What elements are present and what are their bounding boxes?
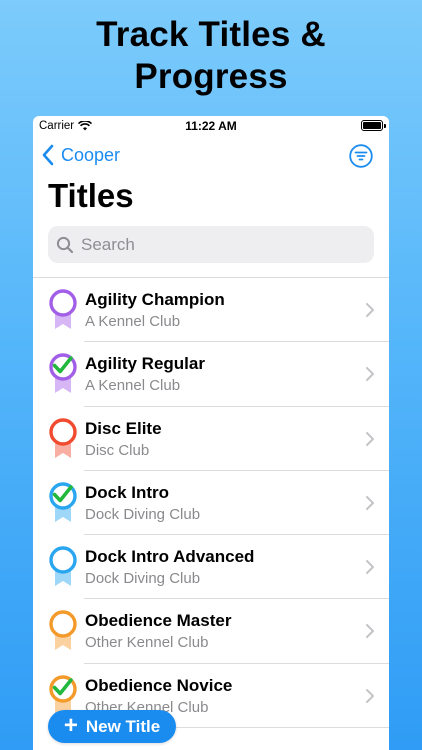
back-label: Cooper xyxy=(61,144,121,165)
battery-icon xyxy=(361,120,386,131)
search-input[interactable]: Search xyxy=(48,226,374,263)
title-row[interactable]: Agility Champion A Kennel Club xyxy=(33,278,389,343)
status-time: 11:22 AM xyxy=(185,119,237,133)
club-name: Other Kennel Club xyxy=(85,634,209,652)
headline-line-1: Track Titles & xyxy=(96,15,326,54)
phone-screen: Carrier 11:22 AM Cooper Titles Search Ag… xyxy=(33,116,389,750)
ribbon-icon xyxy=(47,288,79,330)
title-name: Dock Intro Advanced xyxy=(85,547,255,567)
chevron-right-icon xyxy=(366,624,374,639)
title-name: Obedience Novice xyxy=(85,675,233,695)
club-name: Dock Diving Club xyxy=(85,570,201,588)
page-title: Titles xyxy=(48,177,134,214)
new-title-button[interactable]: + New Title xyxy=(48,710,176,743)
title-row[interactable]: Agility Regular A Kennel Club xyxy=(33,342,389,407)
search-icon xyxy=(56,236,74,253)
titles-list: Agility Champion A Kennel Club Agility Reg… xyxy=(33,277,389,729)
club-name: A Kennel Club xyxy=(85,313,181,330)
chevron-right-icon xyxy=(366,431,374,446)
title-row[interactable]: Obedience Master Other Kennel Club xyxy=(33,599,389,665)
status-bar: Carrier 11:22 AM xyxy=(33,116,389,136)
title-name: Agility Champion xyxy=(85,290,225,309)
ribbon-earned-icon xyxy=(47,352,79,394)
club-name: Disc Club xyxy=(85,441,150,459)
chevron-left-icon xyxy=(42,144,54,166)
chevron-right-icon xyxy=(366,688,374,703)
headline-line-2: Progress xyxy=(134,57,288,96)
chevron-right-icon xyxy=(366,495,374,510)
chevron-right-icon xyxy=(366,367,374,382)
ribbon-icon xyxy=(47,417,79,459)
back-button[interactable]: Cooper xyxy=(41,144,120,166)
title-row[interactable]: Dock Intro Advanced Dock Diving Club xyxy=(33,535,389,600)
chevron-right-icon xyxy=(366,303,374,317)
ribbon-icon xyxy=(47,545,79,587)
ribbon-earned-icon xyxy=(47,481,79,523)
marketing-headline: Track Titles & Progress xyxy=(0,14,422,98)
ribbon-icon xyxy=(47,609,79,651)
chevron-right-icon xyxy=(366,560,374,575)
title-row[interactable]: Dock Intro Dock Diving Club xyxy=(33,471,389,536)
club-name: Dock Diving Club xyxy=(85,505,201,523)
filter-icon[interactable] xyxy=(349,144,373,168)
title-name: Agility Regular xyxy=(85,354,205,374)
title-name: Disc Elite xyxy=(85,418,162,438)
title-name: Obedience Master xyxy=(85,611,232,631)
search-placeholder: Search xyxy=(81,234,135,254)
plus-icon: + xyxy=(63,711,78,739)
nav-bar: Cooper xyxy=(33,136,389,176)
title-row[interactable]: Disc Elite Disc Club xyxy=(33,407,389,472)
club-name: A Kennel Club xyxy=(85,377,181,395)
title-name: Dock Intro xyxy=(85,482,170,502)
new-title-label: New Title xyxy=(85,716,161,736)
